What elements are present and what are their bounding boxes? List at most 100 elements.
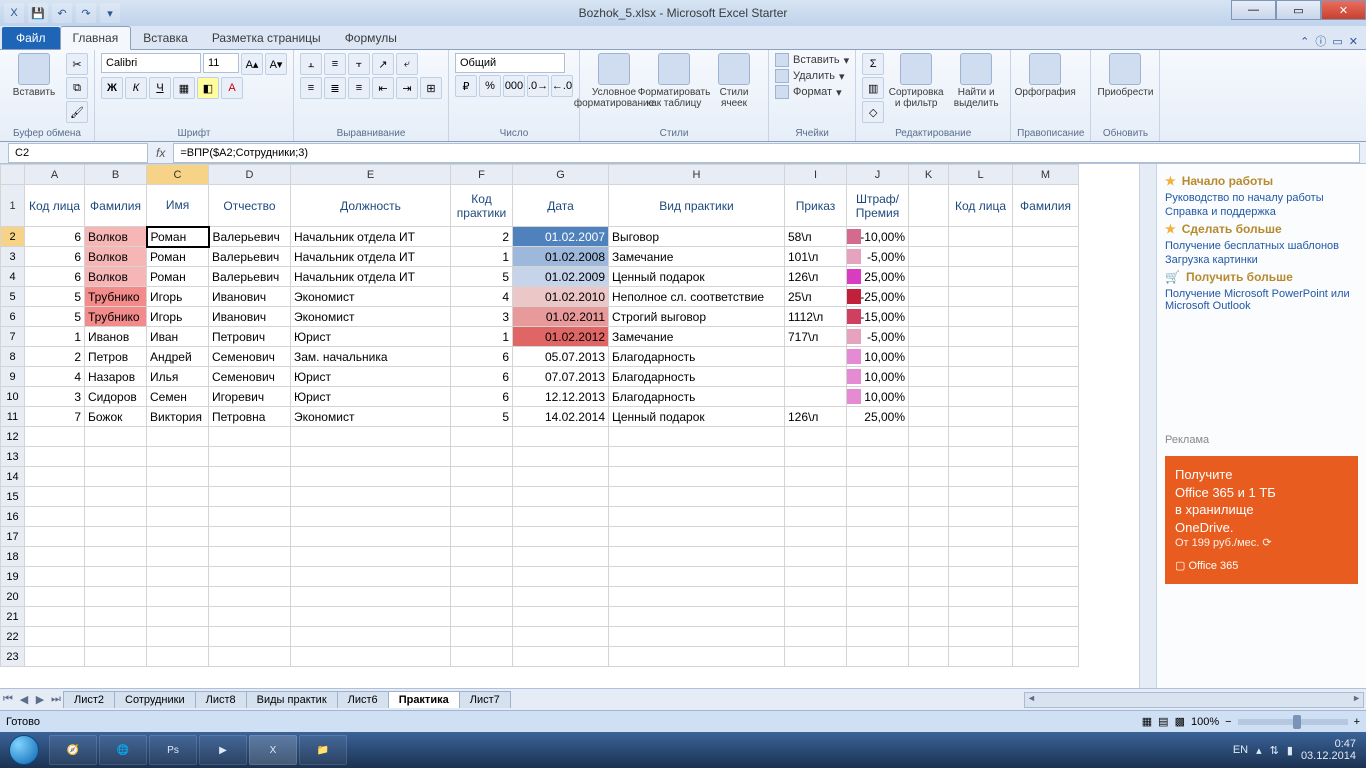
cell[interactable] xyxy=(85,507,147,527)
purchase-button[interactable]: Приобрести xyxy=(1097,53,1153,98)
cell[interactable] xyxy=(847,487,909,507)
cell[interactable]: 01.02.2007 xyxy=(513,227,609,247)
zoom-out-icon[interactable]: − xyxy=(1225,716,1231,728)
cell[interactable]: 5 xyxy=(25,307,85,327)
cell[interactable] xyxy=(847,507,909,527)
cell[interactable]: Волков xyxy=(85,247,147,267)
cell[interactable] xyxy=(1013,467,1079,487)
cell[interactable] xyxy=(209,447,291,467)
cell[interactable]: Петрович xyxy=(209,327,291,347)
align-right-icon[interactable]: ≡ xyxy=(348,77,370,99)
cell[interactable] xyxy=(147,527,209,547)
cell[interactable]: 126\л xyxy=(785,407,847,427)
tray-lang[interactable]: EN xyxy=(1233,744,1248,756)
cell[interactable]: 3 xyxy=(25,387,85,407)
tab-formulas[interactable]: Формулы xyxy=(333,27,409,49)
row-header[interactable]: 4 xyxy=(1,267,25,287)
cell[interactable] xyxy=(785,507,847,527)
tab-insert[interactable]: Вставка xyxy=(131,27,200,49)
cell[interactable]: Благодарность xyxy=(609,367,785,387)
cell[interactable]: Волков xyxy=(85,227,147,247)
cell[interactable] xyxy=(785,627,847,647)
taskbar-app[interactable]: 🌐 xyxy=(99,735,147,765)
cell[interactable] xyxy=(949,327,1013,347)
cell[interactable] xyxy=(1013,587,1079,607)
cell[interactable] xyxy=(1013,387,1079,407)
cell[interactable]: 6 xyxy=(451,347,513,367)
cell[interactable] xyxy=(1013,547,1079,567)
sheet-tab[interactable]: Сотрудники xyxy=(114,691,196,708)
cell[interactable] xyxy=(785,547,847,567)
cell[interactable] xyxy=(785,607,847,627)
row-header[interactable]: 11 xyxy=(1,407,25,427)
cell[interactable] xyxy=(847,647,909,667)
cell[interactable] xyxy=(291,467,451,487)
qat-dropdown-icon[interactable]: ▾ xyxy=(100,3,120,23)
row-header[interactable]: 17 xyxy=(1,527,25,547)
align-bottom-icon[interactable]: ⫟ xyxy=(348,53,370,75)
row-header[interactable]: 1 xyxy=(1,185,25,227)
cell[interactable]: Начальник отдела ИТ xyxy=(291,227,451,247)
cell[interactable] xyxy=(25,487,85,507)
cell[interactable] xyxy=(949,507,1013,527)
cell[interactable]: 01.02.2012 xyxy=(513,327,609,347)
cell[interactable] xyxy=(451,647,513,667)
cell[interactable]: Семенович xyxy=(209,367,291,387)
cell[interactable] xyxy=(209,427,291,447)
sheet-tab[interactable]: Лист2 xyxy=(63,691,115,708)
cell[interactable]: Валерьевич xyxy=(209,227,291,247)
indent-dec-icon[interactable]: ⇤ xyxy=(372,77,394,99)
table-header-cell[interactable]: Имя xyxy=(147,185,209,227)
cell[interactable] xyxy=(785,567,847,587)
cell[interactable] xyxy=(513,587,609,607)
cell[interactable] xyxy=(609,647,785,667)
cell[interactable] xyxy=(25,427,85,447)
paste-button[interactable]: Вставить xyxy=(6,53,62,98)
cell[interactable] xyxy=(909,527,949,547)
tray-battery-icon[interactable]: ▮ xyxy=(1287,744,1293,757)
cell[interactable] xyxy=(847,567,909,587)
cell[interactable] xyxy=(847,547,909,567)
cell[interactable] xyxy=(25,607,85,627)
cell[interactable] xyxy=(1013,327,1079,347)
cell[interactable]: 25\л xyxy=(785,287,847,307)
cell[interactable] xyxy=(209,567,291,587)
cell[interactable] xyxy=(949,567,1013,587)
cell[interactable] xyxy=(1013,367,1079,387)
cell[interactable]: 5 xyxy=(25,287,85,307)
cell[interactable] xyxy=(909,487,949,507)
cell[interactable] xyxy=(847,627,909,647)
cell[interactable]: Благодарность xyxy=(609,347,785,367)
cell[interactable]: 10,00% xyxy=(847,367,909,387)
row-header[interactable]: 13 xyxy=(1,447,25,467)
cell[interactable]: Иванов xyxy=(85,327,147,347)
ribbon-restore-icon[interactable]: ▭ xyxy=(1332,35,1342,48)
cell[interactable]: 1 xyxy=(25,327,85,347)
row-header[interactable]: 21 xyxy=(1,607,25,627)
cell[interactable]: Трубнико xyxy=(85,307,147,327)
cell[interactable] xyxy=(513,447,609,467)
cell[interactable]: Петровна xyxy=(209,407,291,427)
table-header-cell[interactable]: Вид практики xyxy=(609,185,785,227)
cell[interactable]: 126\л xyxy=(785,267,847,287)
cell[interactable] xyxy=(85,527,147,547)
cell[interactable]: 01.02.2009 xyxy=(513,267,609,287)
cell[interactable] xyxy=(147,567,209,587)
cell[interactable] xyxy=(513,467,609,487)
cell[interactable]: Валерьевич xyxy=(209,247,291,267)
cell[interactable] xyxy=(1013,227,1079,247)
cell[interactable]: 1112\л xyxy=(785,307,847,327)
cell[interactable] xyxy=(909,587,949,607)
cell[interactable] xyxy=(147,587,209,607)
wrap-text-icon[interactable]: ⤶ xyxy=(396,53,418,75)
row-header[interactable]: 20 xyxy=(1,587,25,607)
zoom-in-icon[interactable]: + xyxy=(1354,716,1360,728)
cell[interactable]: 14.02.2014 xyxy=(513,407,609,427)
cell[interactable]: Игоревич xyxy=(209,387,291,407)
vertical-scrollbar[interactable] xyxy=(1139,164,1156,688)
indent-inc-icon[interactable]: ⇥ xyxy=(396,77,418,99)
comma-icon[interactable]: 000 xyxy=(503,75,525,97)
merge-icon[interactable]: ⊞ xyxy=(420,77,442,99)
cell[interactable] xyxy=(949,627,1013,647)
maximize-button[interactable]: ▭ xyxy=(1276,0,1321,20)
